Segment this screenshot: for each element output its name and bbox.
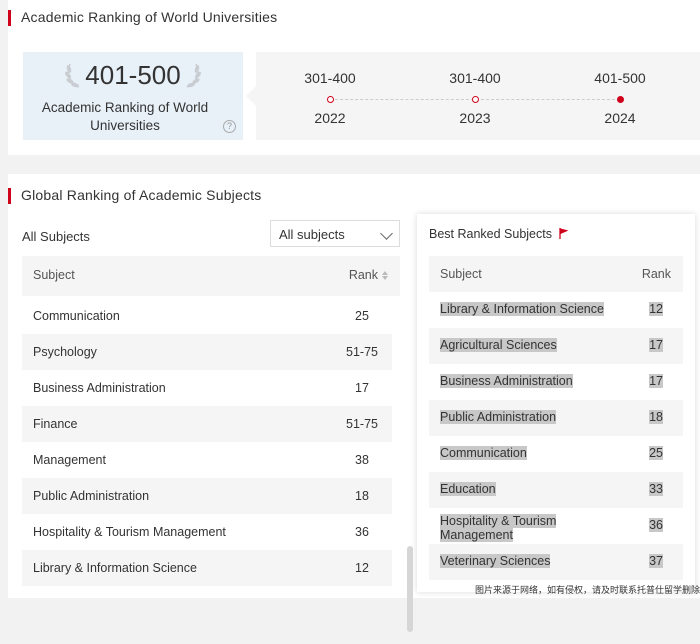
best-col-rank: Rank (641, 267, 671, 281)
table-row: Finance 51-75 (22, 406, 392, 442)
best-row-subject: Education (440, 482, 496, 496)
row-rank: 18 (355, 489, 369, 503)
subjects-table-header: Subject Rank (22, 256, 400, 296)
best-row-rank: 33 (649, 482, 663, 496)
best-ranked-title: Best Ranked Subjects (429, 227, 570, 241)
best-row-rank: 18 (649, 410, 663, 424)
timeline-dot-active (616, 96, 624, 103)
row-rank: 51-75 (346, 417, 378, 431)
row-rank: 17 (355, 381, 369, 395)
row-subject: Communication (33, 309, 120, 323)
arwu-panel: Academic Ranking of World Universities 4… (8, 0, 700, 155)
current-rank: 401-500 (85, 60, 181, 90)
best-row-rank: 36 (649, 518, 663, 532)
best-ranked-title-text: Best Ranked Subjects (429, 227, 552, 241)
table-row: Agricultural Sciences 17 (429, 328, 683, 364)
row-subject: Hospitality & Tourism Management (33, 525, 226, 539)
col-rank: Rank (348, 268, 378, 282)
laurel-icon (186, 63, 201, 88)
subjects-scrollbar[interactable] (407, 298, 415, 644)
subject-filter-select[interactable]: All subjects (270, 220, 400, 247)
timeline-rank: 301-400 (449, 70, 501, 86)
col-subject: Subject (33, 268, 75, 282)
subject-filter-value: All subjects (279, 227, 345, 242)
timeline-item: 401-500 2024 (580, 70, 660, 126)
best-row-rank: 25 (649, 446, 663, 460)
best-row-subject: Library & Information Science (440, 302, 604, 316)
table-row: Communication 25 (429, 436, 683, 472)
row-subject: Management (33, 453, 106, 467)
timeline-item: 301-400 2022 (290, 70, 370, 126)
rank-card-label: Academic Ranking of World Universities? (23, 99, 243, 135)
timeline-dot (326, 96, 334, 103)
subjects-panel: Global Ranking of Academic Subjects All … (8, 174, 700, 632)
table-row: Library & Information Science 12 (22, 550, 392, 586)
table-row: Management 38 (22, 442, 392, 478)
best-ranked-card: Best Ranked Subjects Subject Rank Librar… (417, 214, 695, 592)
table-row: Communication 25 (22, 298, 392, 334)
timeline-item: 301-400 2023 (435, 70, 515, 126)
table-row: Business Administration 17 (22, 370, 392, 406)
best-row-subject: Public Administration (440, 410, 557, 424)
row-rank: 51-75 (346, 345, 378, 359)
best-rows: Library & Information Science 12 Agricult… (429, 292, 683, 580)
table-row: Library & Information Science 12 (429, 292, 683, 328)
table-row: Psychology 51-75 (22, 334, 392, 370)
row-rank: 38 (355, 453, 369, 467)
timeline-year: 2024 (604, 110, 636, 126)
table-row: Public Administration 18 (429, 400, 683, 436)
row-subject: Psychology (33, 345, 97, 359)
arwu-rank-card: 401-500 Academic Ranking of World Univer… (23, 52, 243, 140)
table-row: Veterinary Sciences 37 (429, 544, 683, 580)
timeline-rank: 401-500 (594, 70, 646, 86)
table-row: Public Administration 18 (22, 478, 392, 514)
best-table-header: Subject Rank (429, 256, 683, 292)
best-row-subject: Business Administration (440, 374, 573, 388)
arwu-section-title: Academic Ranking of World Universities (8, 9, 277, 26)
best-row-subject: Agricultural Sciences (440, 338, 557, 352)
timeline-rank: 301-400 (304, 70, 356, 86)
subjects-rows: Communication 25 Psychology 51-75 Business… (22, 298, 392, 586)
rank-history-timeline: 301-400 2022 301-400 2023 401-500 2024 (246, 52, 700, 140)
row-subject: Business Administration (33, 381, 166, 395)
table-row: Education 33 (429, 472, 683, 508)
table-row: Business Administration 17 (429, 364, 683, 400)
flag-icon (559, 228, 569, 239)
all-subjects-label: All Subjects (22, 229, 90, 244)
scrollbar-thumb[interactable] (407, 546, 413, 632)
best-col-subject: Subject (440, 267, 482, 281)
question-icon[interactable]: ? (223, 120, 236, 133)
sort-icon[interactable] (382, 271, 388, 280)
col-rank-sort[interactable]: Rank (349, 268, 388, 282)
best-row-subject: Hospitality & Tourism Management (440, 514, 557, 542)
best-row-rank: 12 (649, 302, 663, 316)
chevron-down-icon (380, 227, 393, 240)
table-row: Hospitality & Tourism Management 36 (22, 514, 392, 550)
table-row: Hospitality & Tourism Management 36 (429, 508, 683, 544)
row-subject: Library & Information Science (33, 561, 197, 575)
timeline-year: 2023 (459, 110, 491, 126)
row-rank: 36 (355, 525, 369, 539)
best-row-subject: Veterinary Sciences (440, 554, 551, 568)
row-subject: Finance (33, 417, 78, 431)
row-rank: 12 (355, 561, 369, 575)
rank-card-label-text: Academic Ranking of World Universities (41, 100, 209, 133)
watermark-text: 图片来源于网络，如有侵权，请及时联系托普仕留学删除 (474, 585, 700, 595)
timeline-dot (471, 96, 479, 103)
subjects-section-title: Global Ranking of Academic Subjects (8, 187, 261, 204)
best-row-subject: Communication (440, 446, 527, 460)
row-subject: Public Administration (33, 489, 150, 503)
best-row-rank: 17 (649, 374, 663, 388)
best-row-rank: 17 (649, 338, 663, 352)
row-rank: 25 (355, 309, 369, 323)
timeline-year: 2022 (314, 110, 346, 126)
best-row-rank: 37 (649, 554, 663, 568)
